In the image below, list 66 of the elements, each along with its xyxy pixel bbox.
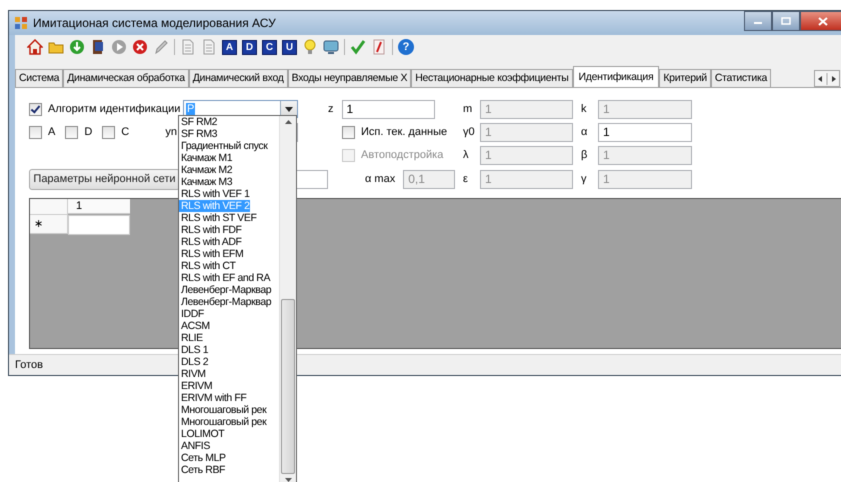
dropdown-item[interactable]: RLS with ST VEF (179, 212, 256, 224)
field-label: k (580, 103, 588, 115)
field-label: γ0 (462, 126, 476, 138)
dropdown-item[interactable]: Левенберг-Марквар (179, 296, 272, 308)
dropdown-item[interactable]: Сеть MLP (179, 452, 226, 464)
tab[interactable]: Динамический вход (188, 69, 288, 87)
dropdown-item[interactable]: RLS with VEF 1 (179, 188, 250, 200)
dropdown-item[interactable]: SF RM3 (179, 128, 218, 140)
dropdown-item[interactable]: DLS 2 (179, 356, 208, 368)
dropdown-item[interactable]: RLS with EFM (179, 248, 244, 260)
field-label: α max (365, 173, 396, 185)
dropdown-item[interactable]: ERIVM with FF (179, 392, 246, 404)
dropdown-item[interactable]: RLS with FDF (179, 224, 242, 236)
dropdown-item[interactable]: Качмаж M3 (179, 176, 232, 188)
help-button[interactable]: ? (398, 39, 414, 55)
row-header: ∗ (30, 215, 68, 234)
dropdown-item[interactable]: Градиентный спуск (179, 140, 268, 152)
tab[interactable]: Динамическая обработка (63, 69, 189, 87)
dropdown-item[interactable]: Многошаговый рек (179, 416, 266, 428)
tab[interactable]: Система (15, 69, 64, 87)
dropdown-item[interactable]: RIVM (179, 368, 206, 380)
dropdown-item[interactable]: ANFIS (179, 440, 210, 452)
input-field[interactable]: 1 (342, 100, 434, 118)
field-label: z (328, 103, 334, 115)
dropdown-item[interactable]: SF RM2 (179, 116, 218, 128)
letter-tool-button[interactable]: A (222, 40, 237, 54)
checkbox-label: Автоподстройка (361, 149, 444, 161)
field-label: β (580, 149, 588, 161)
letter-tool-button[interactable]: U (282, 40, 297, 54)
field-label: γ (580, 173, 588, 185)
dropdown-item[interactable]: RLS with EF and RA (179, 272, 270, 284)
column-header[interactable]: 1 (68, 199, 130, 214)
tab[interactable]: Идентификация (572, 66, 660, 87)
dropdown-item[interactable]: IDDF (179, 308, 204, 320)
tab[interactable]: Статистика (710, 69, 772, 87)
dropdown-item[interactable]: Левенберг-Марквар (179, 284, 272, 296)
status-text: Готов (15, 359, 43, 371)
window-title: Имитационая система моделирования АСУ (33, 16, 276, 30)
tab[interactable]: Входы неуправляемые X (288, 69, 412, 87)
checkbox-label: Исп. тек. данные (361, 126, 448, 138)
dropdown-item[interactable]: Качмаж M1 (179, 152, 232, 164)
dropdown-item[interactable]: Сеть RBF (179, 464, 226, 476)
field-label: λ (462, 149, 470, 161)
input-field[interactable]: 1 (598, 122, 692, 142)
dropdown-item[interactable]: RLS with CT (179, 260, 236, 272)
field-label: yn (164, 126, 178, 138)
dropdown-item[interactable]: Многошаговый рек (179, 404, 266, 416)
field-label: ε (462, 173, 469, 185)
dropdown-item[interactable]: RLS with ADF (179, 236, 242, 248)
checkbox-label: D (84, 126, 92, 138)
field-label: m (462, 103, 474, 115)
dropdown-item[interactable]: ERIVM (179, 380, 212, 392)
tab[interactable]: Критерий (659, 69, 711, 87)
checkbox-label: C (121, 126, 130, 138)
dropdown-item[interactable]: RLIE (179, 332, 203, 344)
dropdown-item[interactable]: Качмаж M2 (179, 164, 232, 176)
checkbox-label: Алгоритм идентификации (48, 103, 180, 115)
field-label: α (580, 126, 588, 138)
dropdown-item[interactable]: LOLIMOT (179, 428, 224, 440)
dropdown-item[interactable]: DLS 1 (179, 344, 208, 356)
tab[interactable]: Нестационарные коэффициенты (411, 69, 573, 87)
neural-network-settings-button[interactable]: Параметры нейронной сети (29, 168, 180, 190)
dropdown-item[interactable]: ACSM (179, 320, 210, 332)
letter-tool-button[interactable]: C (262, 40, 277, 54)
letter-tool-button[interactable]: D (242, 40, 257, 54)
checkbox-label: A (48, 126, 56, 138)
